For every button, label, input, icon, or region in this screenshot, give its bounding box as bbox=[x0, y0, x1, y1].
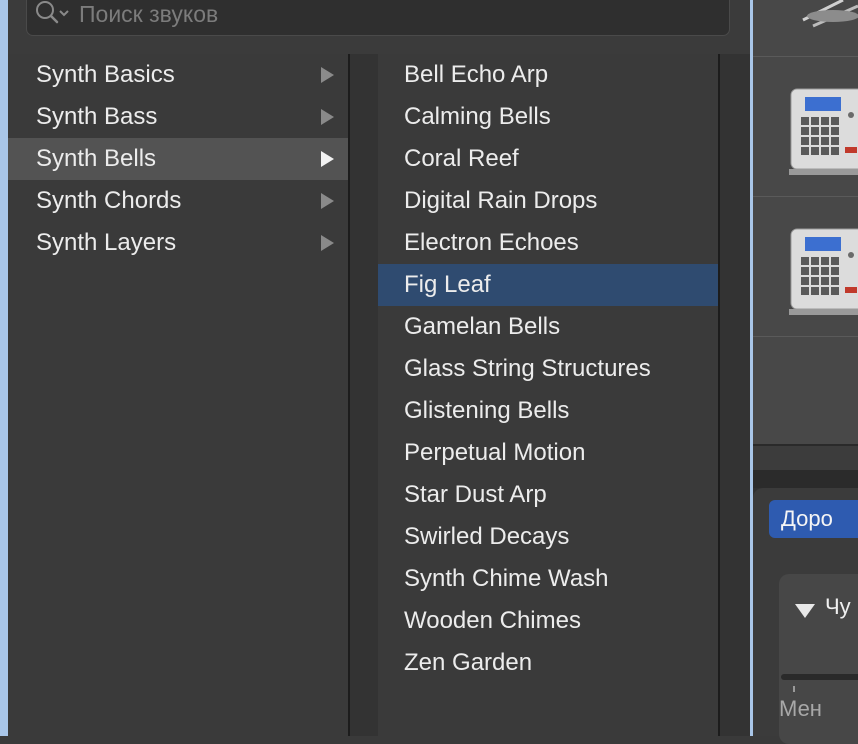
category-label: Synth Bass bbox=[36, 103, 158, 130]
patch-item[interactable]: Star Dust Arp bbox=[378, 474, 718, 516]
patch-item[interactable]: Bell Echo Arp bbox=[378, 54, 718, 96]
search-field[interactable] bbox=[26, 0, 730, 36]
chevron-right-icon bbox=[321, 151, 334, 167]
empty-column bbox=[720, 54, 750, 736]
chevron-right-icon bbox=[321, 109, 334, 125]
inspector-panel: Доро Чу Мен bbox=[753, 488, 858, 744]
category-column: Synth Basics Synth Bass Synth Bells Synt… bbox=[8, 54, 350, 736]
track-icon-grid bbox=[753, 0, 858, 444]
drum-machine-icon bbox=[789, 228, 858, 315]
category-item-synth-chords[interactable]: Synth Chords bbox=[8, 180, 348, 222]
search-input[interactable] bbox=[77, 0, 681, 29]
patch-item[interactable]: Perpetual Motion bbox=[378, 432, 718, 474]
patch-item[interactable]: Electron Echoes bbox=[378, 222, 718, 264]
patch-item[interactable]: Gamelan Bells bbox=[378, 306, 718, 348]
tab-button[interactable]: Доро bbox=[769, 500, 858, 538]
category-item-synth-layers[interactable]: Synth Layers bbox=[8, 222, 348, 264]
drum-sticks-icon bbox=[802, 0, 858, 28]
category-item-synth-bells[interactable]: Synth Bells bbox=[8, 138, 348, 180]
track-tile[interactable] bbox=[753, 196, 858, 337]
patch-item[interactable]: Glistening Bells bbox=[378, 390, 718, 432]
patch-item[interactable]: Digital Rain Drops bbox=[378, 180, 718, 222]
patch-item[interactable]: Swirled Decays bbox=[378, 516, 718, 558]
patch-item[interactable]: Wooden Chimes bbox=[378, 600, 718, 642]
window-edge-left bbox=[0, 0, 8, 736]
chevron-right-icon bbox=[321, 193, 334, 209]
disclosure-triangle-icon[interactable] bbox=[795, 604, 815, 618]
category-label: Synth Layers bbox=[36, 229, 177, 256]
search-icon[interactable] bbox=[33, 0, 73, 29]
slider-track[interactable] bbox=[781, 674, 858, 680]
slider-min-label: Мен bbox=[779, 696, 822, 721]
library-panel: Доро Чу Мен bbox=[753, 0, 858, 744]
patch-item[interactable]: Synth Chime Wash bbox=[378, 558, 718, 600]
category-item-synth-basics[interactable]: Synth Basics bbox=[8, 54, 348, 96]
patch-item[interactable]: Calming Bells bbox=[378, 96, 718, 138]
column-divider bbox=[350, 54, 378, 736]
category-label: Synth Basics bbox=[36, 61, 175, 88]
panel-divider bbox=[753, 470, 858, 488]
category-label: Synth Chords bbox=[36, 187, 182, 214]
patch-item-selected[interactable]: Fig Leaf bbox=[378, 264, 718, 306]
track-tile[interactable] bbox=[753, 56, 858, 197]
patch-item[interactable]: Zen Garden bbox=[378, 642, 718, 684]
patch-item[interactable]: Coral Reef bbox=[378, 138, 718, 180]
search-bar bbox=[8, 0, 750, 54]
patch-item[interactable]: Glass String Structures bbox=[378, 348, 718, 390]
sound-browser: Synth Basics Synth Bass Synth Bells Synt… bbox=[8, 0, 750, 736]
chevron-right-icon bbox=[321, 235, 334, 251]
library-scrollbar[interactable] bbox=[753, 444, 858, 472]
category-item-synth-bass[interactable]: Synth Bass bbox=[8, 96, 348, 138]
track-tile-empty bbox=[753, 336, 858, 445]
chevron-right-icon bbox=[321, 67, 334, 83]
drum-machine-icon bbox=[789, 88, 858, 175]
slider-tick bbox=[793, 686, 795, 692]
section-title: Чу bbox=[825, 594, 851, 619]
patch-column: Bell Echo Arp Calming Bells Coral Reef D… bbox=[378, 54, 720, 736]
category-label: Synth Bells bbox=[36, 145, 157, 172]
